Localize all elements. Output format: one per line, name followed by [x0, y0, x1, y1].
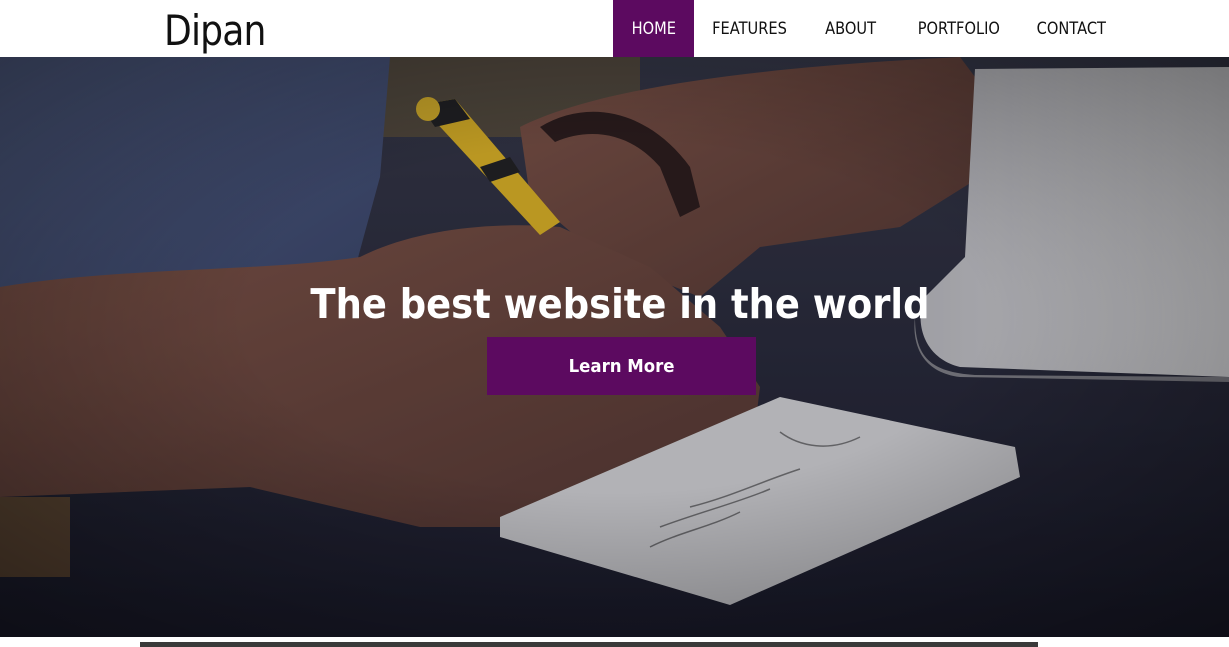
- nav-item-contact-label: CONTACT: [1036, 18, 1107, 39]
- nav-item-home-label: HOME: [631, 18, 676, 39]
- nav-item-contact[interactable]: CONTACT: [1023, 0, 1120, 57]
- site-header: Dipan HOME FEATURES ABOUT PORTFOLIO CONT…: [0, 0, 1229, 57]
- nav-item-home[interactable]: HOME: [613, 0, 694, 57]
- nav-item-features-label: FEATURES: [712, 18, 788, 39]
- nav-item-portfolio[interactable]: PORTFOLIO: [895, 0, 1023, 57]
- site-logo[interactable]: Dipan: [164, 6, 266, 56]
- nav-item-about-label: ABOUT: [825, 18, 876, 39]
- nav-item-portfolio-label: PORTFOLIO: [917, 18, 1001, 39]
- learn-more-button-label: Learn More: [568, 355, 675, 377]
- next-section-edge: [140, 642, 1038, 647]
- learn-more-button[interactable]: Learn More: [487, 337, 756, 395]
- hero-title-text: The best website in the world: [310, 280, 930, 328]
- hero-title: The best website in the world: [0, 279, 1229, 329]
- nav-item-about[interactable]: ABOUT: [806, 0, 895, 57]
- main-nav: HOME FEATURES ABOUT PORTFOLIO CONTACT: [613, 0, 1120, 57]
- hero-section: The best website in the world Learn More: [0, 57, 1229, 637]
- nav-item-features[interactable]: FEATURES: [694, 0, 806, 57]
